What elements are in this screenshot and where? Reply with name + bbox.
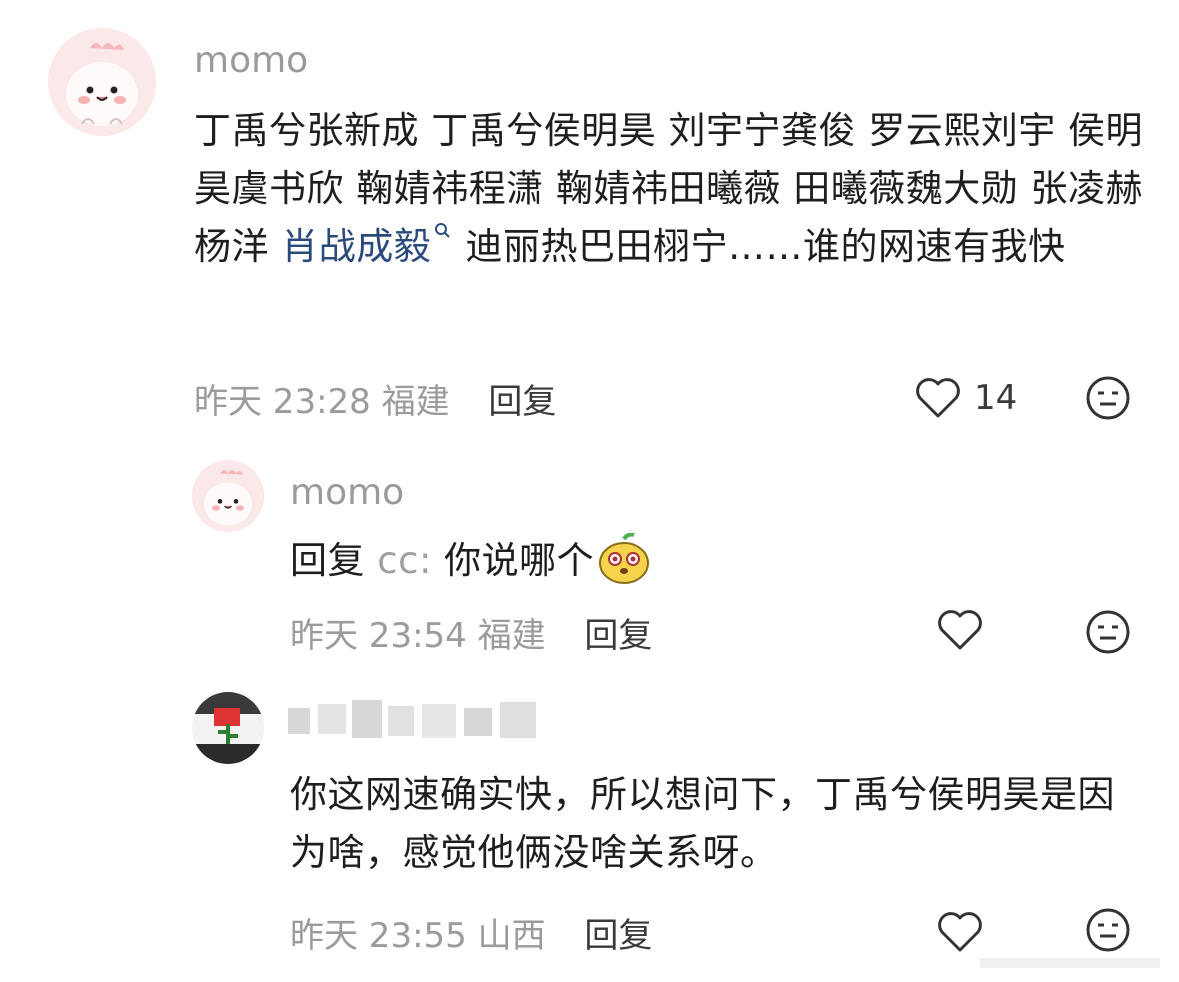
comment-text: 丁禹兮张新成 丁禹兮侯明昊 刘宇宁龚俊 罗云熙刘宇 侯明昊虞书欣 鞠婧祎程潇 鞠… xyxy=(194,102,1144,276)
avatar-rose-icon xyxy=(192,692,264,764)
watermark-strip xyxy=(980,958,1160,968)
reply-button[interactable]: 回复 xyxy=(584,916,652,956)
search-link-label: 肖战成毅 xyxy=(281,225,432,268)
comment-username[interactable]: momo xyxy=(290,472,404,513)
heart-icon[interactable] xyxy=(936,608,984,652)
heart-icon[interactable] xyxy=(936,910,984,954)
like-count: 14 xyxy=(974,378,1018,418)
neutral-face-icon[interactable] xyxy=(1084,906,1132,954)
comment-meta: 昨天 23:28 福建 回复 xyxy=(194,374,556,423)
user-avatar[interactable] xyxy=(192,692,264,764)
comment-location: 福建 xyxy=(477,616,546,656)
user-avatar[interactable] xyxy=(192,460,264,532)
comment-text: 回复 cc: 你说哪个 xyxy=(290,532,652,590)
comment-location: 福建 xyxy=(381,382,450,422)
comment-time: 昨天 23:28 xyxy=(194,382,371,422)
comment-text: 你这网速确实快，所以想问下，丁禹兮侯明昊是因为啥，感觉他俩没啥关系呀。 xyxy=(290,773,1115,874)
neutral-face-icon[interactable] xyxy=(1084,608,1132,656)
reply-target[interactable]: cc: xyxy=(377,539,432,582)
reply-button[interactable]: 回复 xyxy=(488,382,556,422)
comment-time: 昨天 23:55 xyxy=(290,916,467,956)
user-avatar[interactable] xyxy=(48,28,156,136)
search-icon xyxy=(435,223,450,238)
comment-text-part: 你说哪个 xyxy=(431,539,595,582)
blurred-username[interactable] xyxy=(288,700,548,742)
comment-meta: 昨天 23:55 山西 回复 xyxy=(290,908,652,957)
cute-face-emoji-icon xyxy=(599,532,650,584)
reply-prefix: 回复 xyxy=(290,539,365,582)
comment-username[interactable]: momo xyxy=(194,40,308,81)
comment-location: 山西 xyxy=(477,916,546,956)
avatar-character-icon xyxy=(48,28,156,136)
comment-meta: 昨天 23:54 福建 回复 xyxy=(290,608,652,657)
search-link[interactable]: 肖战成毅 xyxy=(281,223,453,268)
neutral-face-icon[interactable] xyxy=(1084,374,1132,422)
heart-icon[interactable] xyxy=(914,376,962,420)
comment-time: 昨天 23:54 xyxy=(290,616,467,656)
reply-button[interactable]: 回复 xyxy=(584,616,652,656)
comment-text-part: 迪丽热巴田栩宁……谁的网速有我快 xyxy=(453,225,1066,268)
avatar-character-icon xyxy=(192,460,264,532)
